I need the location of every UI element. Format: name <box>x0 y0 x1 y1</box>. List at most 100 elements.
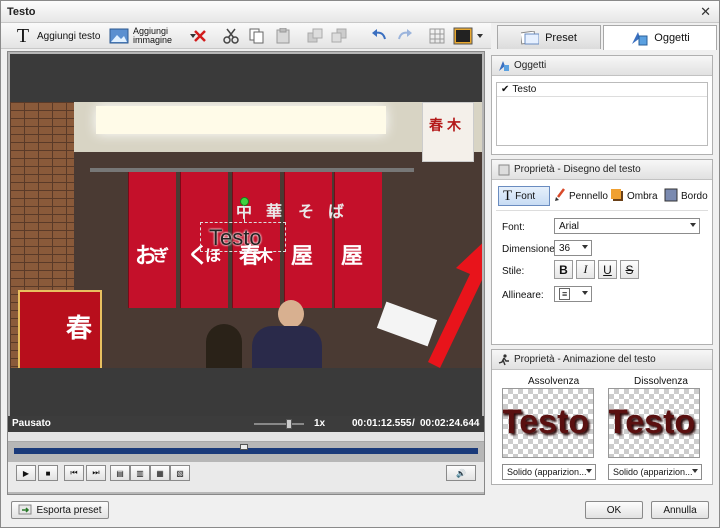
align-right-button[interactable]: ▦ <box>150 465 170 481</box>
align-dropdown[interactable]: ≡ <box>554 286 592 302</box>
fade-out-preview[interactable]: Testo <box>608 388 700 458</box>
bold-button[interactable]: B <box>554 260 573 279</box>
align-center-button[interactable]: ▥ <box>130 465 150 481</box>
time-total: 00:02:24.644 <box>420 418 480 429</box>
export-preset-button[interactable]: Esporta preset <box>11 501 109 519</box>
tab-strip: Preset Oggetti <box>495 23 719 50</box>
close-icon[interactable]: ✕ <box>700 4 711 20</box>
export-icon <box>18 503 32 518</box>
safe-zone-button[interactable] <box>453 23 483 49</box>
size-label: Dimensione: <box>502 244 558 255</box>
fade-out-dropdown[interactable]: Solido (apparizion... <box>608 464 702 480</box>
align-full-icon: ▧ <box>176 468 184 478</box>
fade-in-label: Assolvenza <box>528 376 580 387</box>
text-drawing-header: Proprietà - Disegno del testo <box>492 160 712 180</box>
objects-panel: Oggetti ✔ Testo <box>491 55 713 155</box>
align-right-icon: ▦ <box>156 468 164 478</box>
strikethrough-button[interactable]: S <box>620 260 639 279</box>
noren-panel: おぎ <box>128 172 176 308</box>
italic-button[interactable]: I <box>576 260 595 279</box>
play-button[interactable]: ▶ <box>16 465 36 481</box>
speed-value: 1x <box>314 418 326 429</box>
tab-preset[interactable]: Preset <box>497 25 601 49</box>
redo-button[interactable] <box>397 23 413 49</box>
horizontal-scrollbar[interactable] <box>8 432 484 442</box>
text-t-icon: T <box>16 24 30 47</box>
objects-panel-header: Oggetti <box>492 56 712 76</box>
next-button[interactable]: ⏭ <box>86 465 106 481</box>
style-label: Stile: <box>502 266 525 277</box>
text-animation-title: Proprietà - Animazione del testo <box>514 354 656 365</box>
noren-panel: 屋 <box>284 172 332 308</box>
bring-forward-button[interactable] <box>307 23 323 49</box>
paste-button[interactable] <box>275 23 291 49</box>
list-item[interactable]: ✔ Testo <box>497 83 707 97</box>
text-animation-panel: Proprietà - Animazione del testo Assolve… <box>491 349 713 485</box>
volume-button[interactable]: 🔊 <box>446 465 476 481</box>
time-separator: / <box>412 418 415 429</box>
add-image-button[interactable]: Aggiungi immagine <box>109 23 197 49</box>
align-left-button[interactable]: ▤ <box>110 465 130 481</box>
align-left-icon: ▤ <box>116 468 124 478</box>
layer-forward-icon <box>307 28 323 44</box>
copy-button[interactable] <box>249 23 265 49</box>
brush-tab-button[interactable]: Pennello <box>554 186 608 206</box>
chevron-down-icon <box>586 469 592 473</box>
align-label: Allineare: <box>502 290 544 301</box>
underline-button[interactable]: U <box>598 260 617 279</box>
person-head <box>278 300 304 328</box>
add-text-button[interactable]: T Aggiungi testo <box>13 23 101 49</box>
noren-panel: 屋 <box>334 172 382 308</box>
tab-oggetti[interactable]: Oggetti <box>603 25 717 50</box>
border-tab-button[interactable]: Bordo <box>664 186 708 206</box>
checkmark-icon: ✔ <box>501 84 510 95</box>
copy-icon <box>249 28 265 44</box>
play-icon: ▶ <box>22 468 30 478</box>
rotate-handle-line <box>244 206 245 222</box>
text-animation-header: Proprietà - Animazione del testo <box>492 350 712 370</box>
chevron-down-icon <box>582 291 588 295</box>
ceiling-light <box>96 106 386 134</box>
cancel-button[interactable]: Annulla <box>651 501 709 519</box>
send-backward-button[interactable] <box>331 23 347 49</box>
dropdown-arrow-icon[interactable] <box>477 34 483 38</box>
undo-button[interactable] <box>371 23 387 49</box>
font-dropdown[interactable]: Arial <box>554 218 700 234</box>
border-icon <box>664 188 678 205</box>
stop-button[interactable]: ■ <box>38 465 58 481</box>
toolbar: T Aggiungi testo Aggiungi immagine <box>1 23 491 49</box>
text-object[interactable]: Testo <box>209 225 262 251</box>
paste-icon <box>275 28 291 44</box>
grid-icon <box>429 28 445 44</box>
window-title: Testo <box>7 6 36 18</box>
grid-button[interactable] <box>429 23 445 49</box>
text-drawing-panel: Proprietà - Disegno del testo T Font Pen… <box>491 159 713 345</box>
ok-button[interactable]: OK <box>585 501 643 519</box>
cut-button[interactable] <box>223 23 239 49</box>
previous-button[interactable]: ⏮ <box>64 465 84 481</box>
fade-in-preview[interactable]: Testo <box>502 388 594 458</box>
fade-in-dropdown[interactable]: Solido (apparizion... <box>502 464 596 480</box>
delete-button[interactable] <box>193 23 207 49</box>
size-dropdown[interactable]: 36 <box>554 240 592 256</box>
speed-slider-thumb[interactable] <box>286 419 292 429</box>
text-object-selection[interactable]: Testo <box>200 222 286 252</box>
objects-list: ✔ Testo <box>496 82 708 146</box>
timeline-thumb[interactable] <box>240 444 248 450</box>
speed-slider[interactable] <box>254 423 304 425</box>
objects-icon <box>498 60 510 72</box>
shadow-tab-button[interactable]: Ombra <box>610 186 658 206</box>
align-center-icon: ▥ <box>136 468 144 478</box>
rotate-handle[interactable] <box>240 197 249 206</box>
red-arrow <box>428 243 482 368</box>
video-canvas[interactable]: 春 木 おぎくほ春木屋屋 中 華 そ ば 春 Testo <box>10 54 482 416</box>
font-label: Font: <box>502 222 525 233</box>
stop-icon: ■ <box>45 468 51 478</box>
speaker-icon: 🔊 <box>456 468 466 478</box>
tab-preset-label: Preset <box>545 31 577 44</box>
font-tab-button[interactable]: T Font <box>498 186 550 206</box>
delete-x-icon <box>193 29 207 43</box>
align-full-button[interactable]: ▧ <box>170 465 190 481</box>
redo-icon <box>397 29 413 43</box>
dialog-window: Testo ✕ T Aggiungi testo Aggiungi immagi… <box>0 0 720 528</box>
